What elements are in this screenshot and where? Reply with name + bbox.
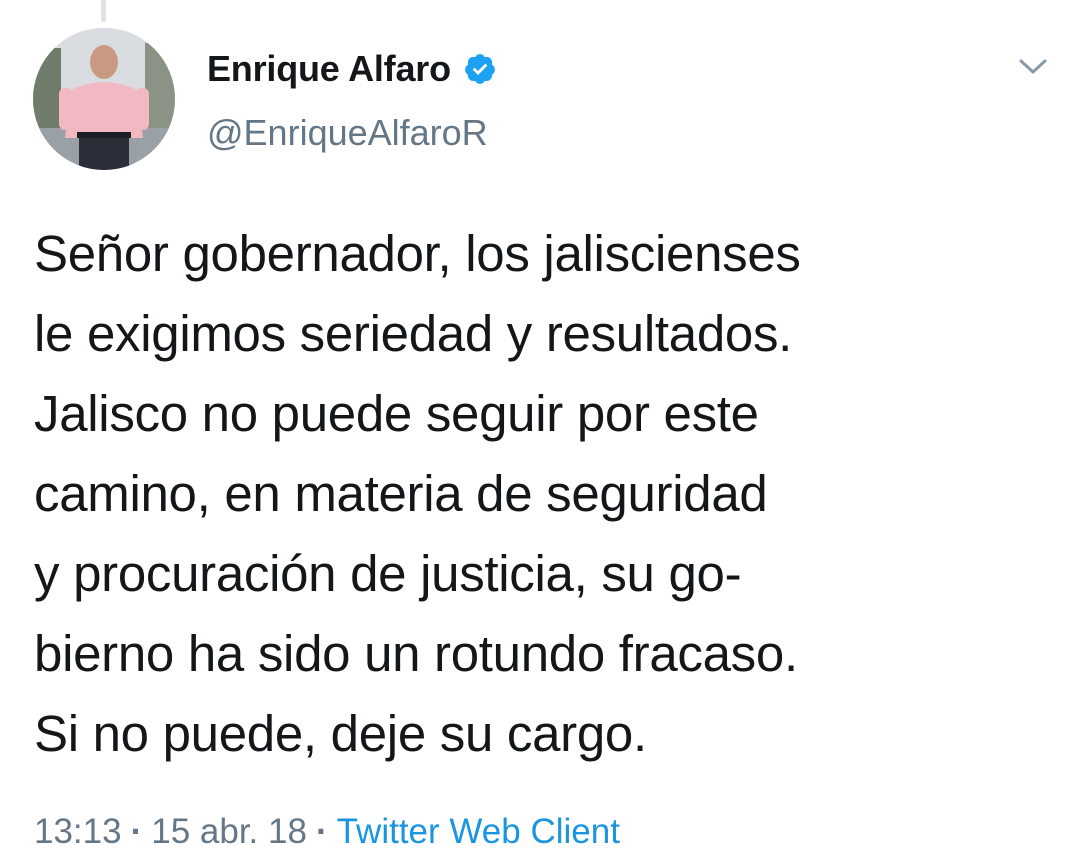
author-display-name[interactable]: Enrique Alfaro bbox=[207, 48, 451, 90]
profile-photo bbox=[33, 28, 175, 170]
tweet-date[interactable]: 15 abr. 18 bbox=[151, 812, 307, 852]
chevron-down-icon[interactable] bbox=[1016, 53, 1050, 79]
avatar[interactable] bbox=[33, 28, 175, 170]
author-name-row: Enrique Alfaro bbox=[207, 44, 497, 94]
meta-separator: · bbox=[315, 812, 328, 851]
tweet-card[interactable]: Enrique Alfaro @EnriqueAlfaroR Señor gob… bbox=[0, 0, 1080, 868]
tweet-metadata: 13:13 · 15 abr. 18 · Twitter Web Client bbox=[34, 812, 620, 852]
tweet-time[interactable]: 13:13 bbox=[34, 812, 122, 852]
author-handle[interactable]: @EnriqueAlfaroR bbox=[207, 112, 488, 154]
verified-badge-icon bbox=[463, 52, 497, 86]
tweet-source-link[interactable]: Twitter Web Client bbox=[337, 812, 620, 852]
tweet-text: Señor gobernador, los jaliscienses le ex… bbox=[34, 225, 801, 762]
meta-separator: · bbox=[130, 812, 143, 851]
